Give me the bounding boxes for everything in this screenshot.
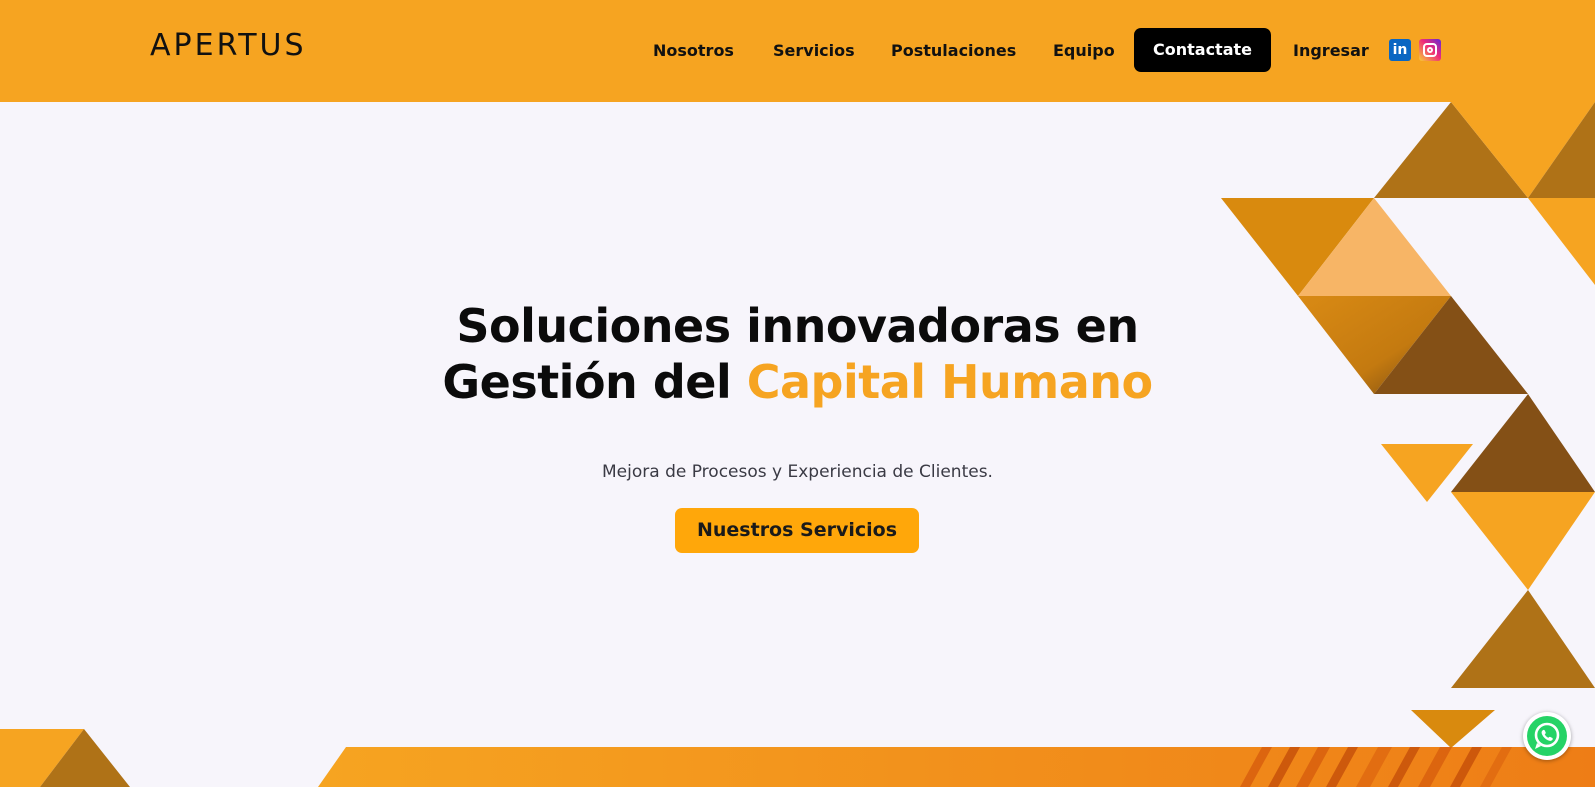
footer-band-shape [318,747,1595,787]
hero-title-line2: Gestión del [442,355,747,409]
hero-title-line1: Soluciones innovadoras en [456,299,1139,353]
site-header: APERTUS Nosotros Servicios Postulaciones… [0,0,1595,102]
whatsapp-glyph-icon [1534,722,1560,749]
hero-subtitle: Mejora de Procesos y Experiencia de Clie… [602,462,993,482]
triangle-shape [0,729,84,787]
whatsapp-icon[interactable] [1523,712,1571,760]
hero-title: Soluciones innovadoras en Gestión del Ca… [0,298,1595,410]
hero-title-accent: Capital Humano [746,355,1153,409]
nav-postulaciones[interactable]: Postulaciones [891,40,1016,62]
triangle-shape [1451,492,1595,590]
contactate-button[interactable]: Contactate [1134,28,1271,72]
band-stripes [1240,747,1512,787]
nav-ingresar[interactable]: Ingresar [1293,40,1369,62]
triangle-shape [1528,198,1595,285]
nav-nosotros[interactable]: Nosotros [653,40,734,62]
instagram-lens [1427,47,1433,53]
triangle-shape [1374,102,1528,198]
triangle-shape [40,729,130,787]
triangle-shape [1451,590,1595,688]
apertus-logo[interactable]: APERTUS [150,28,307,64]
instagram-icon[interactable] [1419,39,1441,61]
triangle-shape [1528,102,1595,198]
nav-equipo[interactable]: Equipo [1053,40,1115,62]
triangle-shape [1221,198,1374,296]
triangle-shape [1451,102,1595,198]
linkedin-icon[interactable]: in [1389,39,1411,61]
triangle-shape [1411,710,1495,748]
triangle-shape [1298,198,1451,296]
nav-servicios[interactable]: Servicios [773,40,855,62]
nuestros-servicios-button[interactable]: Nuestros Servicios [675,508,919,553]
